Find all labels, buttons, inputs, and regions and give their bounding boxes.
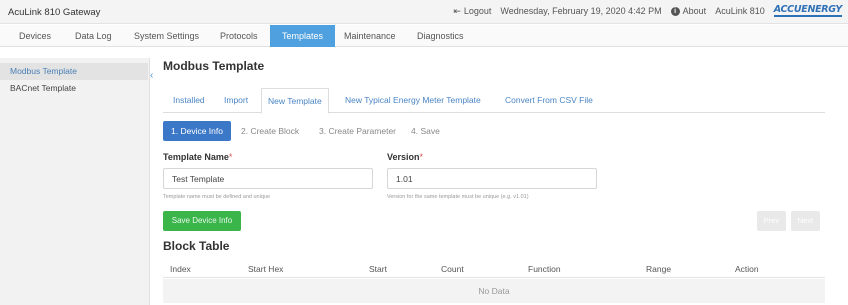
top-bar: AcuLink 810 Gateway ⇤ Logout Wednesday, … (0, 0, 848, 24)
brand-logo: ACCUENERGY (773, 4, 842, 17)
template-name-label: Template Name* (163, 152, 232, 162)
nav-devices[interactable]: Devices (11, 25, 59, 47)
tab-new-typical-energy-meter-template[interactable]: New Typical Energy Meter Template (345, 88, 481, 113)
nav-data-log[interactable]: Data Log (67, 25, 120, 47)
column-range: Range (646, 264, 672, 274)
tab-import[interactable]: Import (224, 88, 248, 113)
tab-installed[interactable]: Installed (173, 88, 205, 113)
nav-protocols[interactable]: Protocols (212, 25, 266, 47)
column-index: Index (170, 264, 191, 274)
sidebar-item-bacnet-template[interactable]: BACnet Template (0, 80, 148, 97)
template-tabs: Installed Import New Template New Typica… (163, 88, 825, 114)
template-name-input[interactable] (163, 168, 373, 189)
sidebar: Modbus Template BACnet Template (0, 58, 150, 305)
step-create-block[interactable]: 2. Create Block (241, 121, 299, 141)
next-button[interactable]: Next (791, 211, 820, 231)
logout-icon: ⇤ (453, 5, 461, 16)
sidebar-item-modbus-template[interactable]: Modbus Template (0, 63, 148, 80)
about-link[interactable]: i About (670, 6, 707, 16)
main-nav: Devices Data Log System Settings Protoco… (0, 25, 848, 47)
nav-maintenance[interactable]: Maintenance (336, 25, 404, 47)
required-mark: * (419, 152, 424, 162)
version-input[interactable] (387, 168, 597, 189)
column-start-hex: Start Hex (248, 264, 284, 274)
template-name-label-text: Template Name (163, 152, 229, 162)
tab-new-template[interactable]: New Template (261, 88, 329, 114)
block-table-empty: No Data (163, 279, 825, 303)
nav-templates[interactable]: Templates (270, 25, 336, 47)
block-table-header: Index Start Hex Start Count Function Ran… (163, 259, 825, 278)
step-device-info[interactable]: 1. Device Info (163, 121, 231, 141)
datetime-display: Wednesday, February 19, 2020 4:42 PM (500, 6, 662, 16)
step-save[interactable]: 4. Save (411, 121, 440, 141)
step-create-parameter[interactable]: 3. Create Parameter (319, 121, 396, 141)
required-mark: * (228, 152, 233, 162)
prev-button[interactable]: Prev (757, 211, 786, 231)
device-name: AcuLink 810 (715, 6, 765, 16)
info-icon: i (670, 6, 680, 16)
block-table-title: Block Table (163, 239, 230, 253)
column-action: Action (735, 264, 759, 274)
nav-system-settings[interactable]: System Settings (126, 25, 207, 47)
tab-convert-from-csv[interactable]: Convert From CSV File (505, 88, 593, 113)
about-label: About (682, 6, 707, 16)
column-count: Count (441, 264, 464, 274)
logout-label: Logout (463, 6, 492, 16)
nav-diagnostics[interactable]: Diagnostics (409, 25, 472, 47)
column-start: Start (369, 264, 387, 274)
version-hint: Version for the same template must be un… (387, 194, 529, 200)
page-title: Modbus Template (163, 59, 265, 73)
logout-link[interactable]: ⇤ Logout (453, 6, 491, 17)
version-label-text: Version (387, 152, 420, 162)
version-label: Version* (387, 152, 423, 162)
sidebar-collapse-icon[interactable]: ‹ (150, 70, 153, 81)
column-function: Function (528, 264, 561, 274)
save-device-info-button[interactable]: Save Device Info (163, 211, 241, 231)
top-bar-right: ⇤ Logout Wednesday, February 19, 2020 4:… (453, 5, 842, 17)
app-title: AcuLink 810 Gateway (8, 7, 101, 18)
template-name-hint: Template name must be defined and unique (163, 194, 271, 200)
